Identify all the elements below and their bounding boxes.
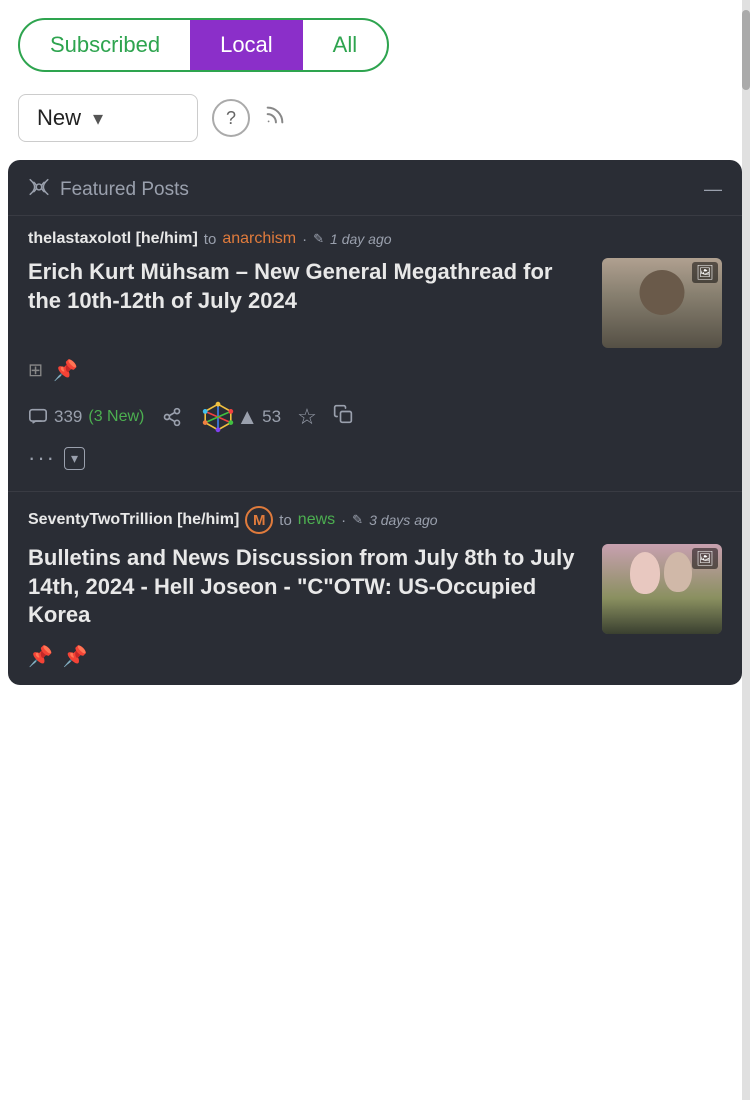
featured-text: Featured Posts xyxy=(60,179,189,201)
post-item-2: SeventyTwoTrillion [he/him] M to news · … xyxy=(8,491,742,685)
share-button-1[interactable] xyxy=(162,407,182,427)
post-dot-2: · xyxy=(341,512,346,529)
pin-row-1: ⊞ 📌 xyxy=(28,358,722,383)
post-author-1[interactable]: thelastaxolotl [he/him] xyxy=(28,230,198,248)
more-row-1: ··· ▾ xyxy=(28,445,722,485)
featured-label: Featured Posts xyxy=(28,178,189,201)
pin-icon-1[interactable]: 📌 xyxy=(53,358,78,383)
sort-label: New xyxy=(37,105,81,131)
post-dot-1: · xyxy=(302,231,307,248)
comments-count-1: 339 xyxy=(54,407,82,427)
post-time-1: 1 day ago xyxy=(330,231,392,247)
scrollbar[interactable] xyxy=(742,0,750,1100)
help-button[interactable]: ? xyxy=(212,99,250,137)
tab-all[interactable]: All xyxy=(303,20,387,70)
pencil-icon-1: ✎ xyxy=(313,231,324,247)
action-bar-1: 339 (3 New) xyxy=(28,393,722,445)
sort-dropdown[interactable]: New ▾ xyxy=(18,94,198,142)
post-meta-1: thelastaxolotl [he/him] to anarchism · ✎… xyxy=(28,230,722,248)
post-title-1[interactable]: Erich Kurt Mühsam – New General Megathre… xyxy=(28,258,588,315)
post-community-1[interactable]: anarchism xyxy=(222,230,296,248)
scrollbar-thumb[interactable] xyxy=(742,10,750,90)
minimize-icon[interactable]: — xyxy=(704,179,722,200)
more-options-button-1[interactable]: ··· xyxy=(28,445,56,471)
pencil-icon-2: ✎ xyxy=(352,512,363,528)
image-indicator-1: 🖼 xyxy=(692,262,718,283)
crosspost-button-1[interactable] xyxy=(333,404,353,430)
upvote-button-1[interactable]: ▲ xyxy=(236,404,258,430)
broadcast-icon xyxy=(28,178,50,201)
filter-row: New ▾ ? xyxy=(0,84,750,160)
tab-group: Subscribed Local All xyxy=(18,18,389,72)
new-comments-count-1: (3 New) xyxy=(88,408,144,426)
post-meta-2: SeventyTwoTrillion [he/him] M to news · … xyxy=(28,506,722,534)
vote-count-1: 53 xyxy=(262,407,281,427)
post-time-2: 3 days ago xyxy=(369,512,438,528)
post-content-row-1: Erich Kurt Mühsam – New General Megathre… xyxy=(28,258,722,348)
mod-badge-2[interactable]: M xyxy=(245,506,273,534)
post-title-2[interactable]: Bulletins and News Discussion from July … xyxy=(28,544,588,630)
post-to-2: to xyxy=(279,512,292,529)
save-button-1[interactable]: ☆ xyxy=(297,404,317,430)
pin-icon-2a[interactable]: 📌 xyxy=(28,644,53,669)
featured-header: Featured Posts — xyxy=(8,160,742,215)
post-thumbnail-1[interactable]: 🖼 xyxy=(602,258,722,348)
post-content-row-2: Bulletins and News Discussion from July … xyxy=(28,544,722,634)
fediverse-icon-1[interactable] xyxy=(200,399,236,435)
post-author-2[interactable]: SeventyTwoTrillion [he/him] xyxy=(28,511,239,529)
chevron-down-icon: ▾ xyxy=(93,106,103,131)
tab-local[interactable]: Local xyxy=(190,20,303,70)
pin-row-2: 📌 📌 xyxy=(28,644,722,669)
pin-icon-2b[interactable]: 📌 xyxy=(63,644,88,669)
bookmark-icon-1[interactable]: ⊞ xyxy=(28,360,43,381)
tab-bar: Subscribed Local All xyxy=(0,0,750,84)
post-item: thelastaxolotl [he/him] to anarchism · ✎… xyxy=(8,215,742,491)
rss-icon[interactable] xyxy=(264,104,286,132)
comments-button-1[interactable]: 339 (3 New) xyxy=(28,407,144,427)
post-community-2[interactable]: news xyxy=(298,511,335,529)
collapse-button-1[interactable]: ▾ xyxy=(64,447,85,470)
feed-container: Featured Posts — thelastaxolotl [he/him]… xyxy=(8,160,742,685)
tab-subscribed[interactable]: Subscribed xyxy=(20,20,190,70)
help-icon: ? xyxy=(226,108,236,129)
post-thumbnail-2[interactable]: 🖼 xyxy=(602,544,722,634)
post-to-1: to xyxy=(204,231,217,248)
image-indicator-2: 🖼 xyxy=(692,548,718,569)
